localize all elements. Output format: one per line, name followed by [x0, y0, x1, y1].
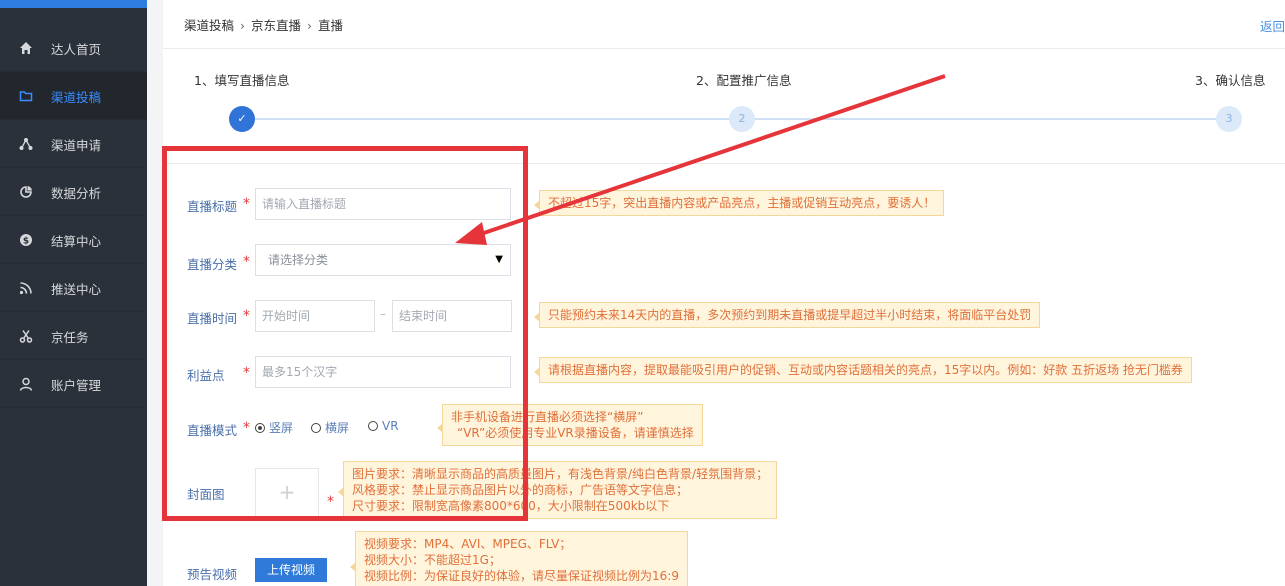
sidebar-item-label: 京任务 [51, 330, 89, 345]
tip-line: 视频比例：为保证良好的体验，请尽量保证视频比例为16:9 [364, 569, 679, 583]
step-connector [754, 118, 1217, 120]
step-3-marker: 3 [1216, 106, 1242, 132]
home-icon [18, 40, 34, 56]
step-1-check-icon: ✓ [229, 106, 255, 132]
sidebar-item-channel-submission[interactable]: 渠道投稿 [0, 72, 147, 120]
sidebar-item-label: 渠道申请 [51, 138, 102, 153]
tip-arrow [350, 562, 356, 572]
folder-icon [18, 88, 34, 104]
sidebar-item-jd-task[interactable]: 京任务 [0, 312, 147, 360]
annotation-highlight-box [162, 146, 528, 521]
breadcrumb-item: 直播 [318, 18, 344, 33]
pie-chart-icon [18, 184, 34, 200]
tip-arrow [534, 200, 540, 210]
chevron-right-icon: › [240, 18, 246, 33]
sidebar-item-label: 渠道投稿 [51, 90, 102, 105]
sidebar-topbar [0, 0, 147, 8]
tip-arrow [534, 367, 540, 377]
divider [163, 48, 1285, 49]
breadcrumb: 渠道投稿 › 京东直播 › 直播 [184, 15, 347, 34]
scissors-icon [18, 328, 34, 344]
rss-icon [18, 280, 34, 296]
sidebar-item-account[interactable]: 账户管理 [0, 360, 147, 408]
breadcrumb-item[interactable]: 渠道投稿 [184, 18, 234, 33]
sidebar-item-data-analysis[interactable]: 数据分析 [0, 168, 147, 216]
sidebar-item-label: 数据分析 [51, 186, 102, 201]
sidebar-item-settlement[interactable]: $ 结算中心 [0, 216, 147, 264]
breadcrumb-item[interactable]: 京东直播 [251, 18, 301, 33]
step-connector [255, 118, 730, 120]
tip-text: 只能预约未来14天内的直播，多次预约到期未直播或提早超过半小时结束，将面临平台处… [548, 308, 1032, 322]
tip-line: 视频大小：不能超过1G； [364, 553, 501, 567]
user-icon [18, 376, 34, 392]
benefit-tip: 请根据直播内容，提取最能吸引用户的促销、互动或内容话题相关的亮点，15字以内。例… [534, 357, 1192, 383]
step-2-marker: 2 [729, 106, 755, 132]
sidebar-item-label: 账户管理 [51, 378, 102, 393]
step-2-label: 2、配置推广信息 [696, 73, 792, 88]
video-tip: 视频要求：MP4、AVI、MPEG、FLV； 视频大小：不能超过1G； 视频比例… [350, 531, 688, 586]
sidebar-item-home[interactable]: 达人首页 [0, 24, 147, 72]
svg-text:$: $ [23, 237, 29, 247]
sidebar-item-push-center[interactable]: 推送中心 [0, 264, 147, 312]
preview-video-label: 预告视频 [187, 567, 238, 582]
step-3-label: 3、确认信息 [1195, 73, 1266, 88]
tip-arrow [534, 312, 540, 322]
sidebar-item-label: 推送中心 [51, 282, 102, 297]
sidebar-item-label: 达人首页 [51, 42, 102, 57]
tip-text: 不超过15字，突出直播内容或产品亮点，主播或促销互动亮点，要诱人！ [548, 196, 936, 210]
tip-text: 请根据直播内容，提取最能吸引用户的促销、互动或内容话题相关的亮点，15字以内。例… [548, 363, 1183, 377]
dollar-icon: $ [18, 232, 34, 248]
chevron-right-icon: › [307, 18, 313, 33]
sidebar: 达人首页 渠道投稿 渠道申请 数据分析 $ 结算中心 推送中心 京任务 账户管理 [0, 0, 147, 586]
tip-line: 视频要求：MP4、AVI、MPEG、FLV； [364, 537, 572, 551]
back-link[interactable]: 返回 [1260, 16, 1285, 35]
title-tip: 不超过15字，突出直播内容或产品亮点，主播或促销互动亮点，要诱人！ [534, 190, 945, 216]
sidebar-item-channel-apply[interactable]: 渠道申请 [0, 120, 147, 168]
time-tip: 只能预约未来14天内的直播，多次预约到期未直播或提早超过半小时结束，将面临平台处… [534, 302, 1041, 328]
step-1-label: 1、填写直播信息 [194, 73, 290, 88]
upload-video-button[interactable]: 上传视频 [255, 558, 327, 582]
share-nodes-icon [18, 136, 34, 152]
sidebar-item-label: 结算中心 [51, 234, 102, 249]
